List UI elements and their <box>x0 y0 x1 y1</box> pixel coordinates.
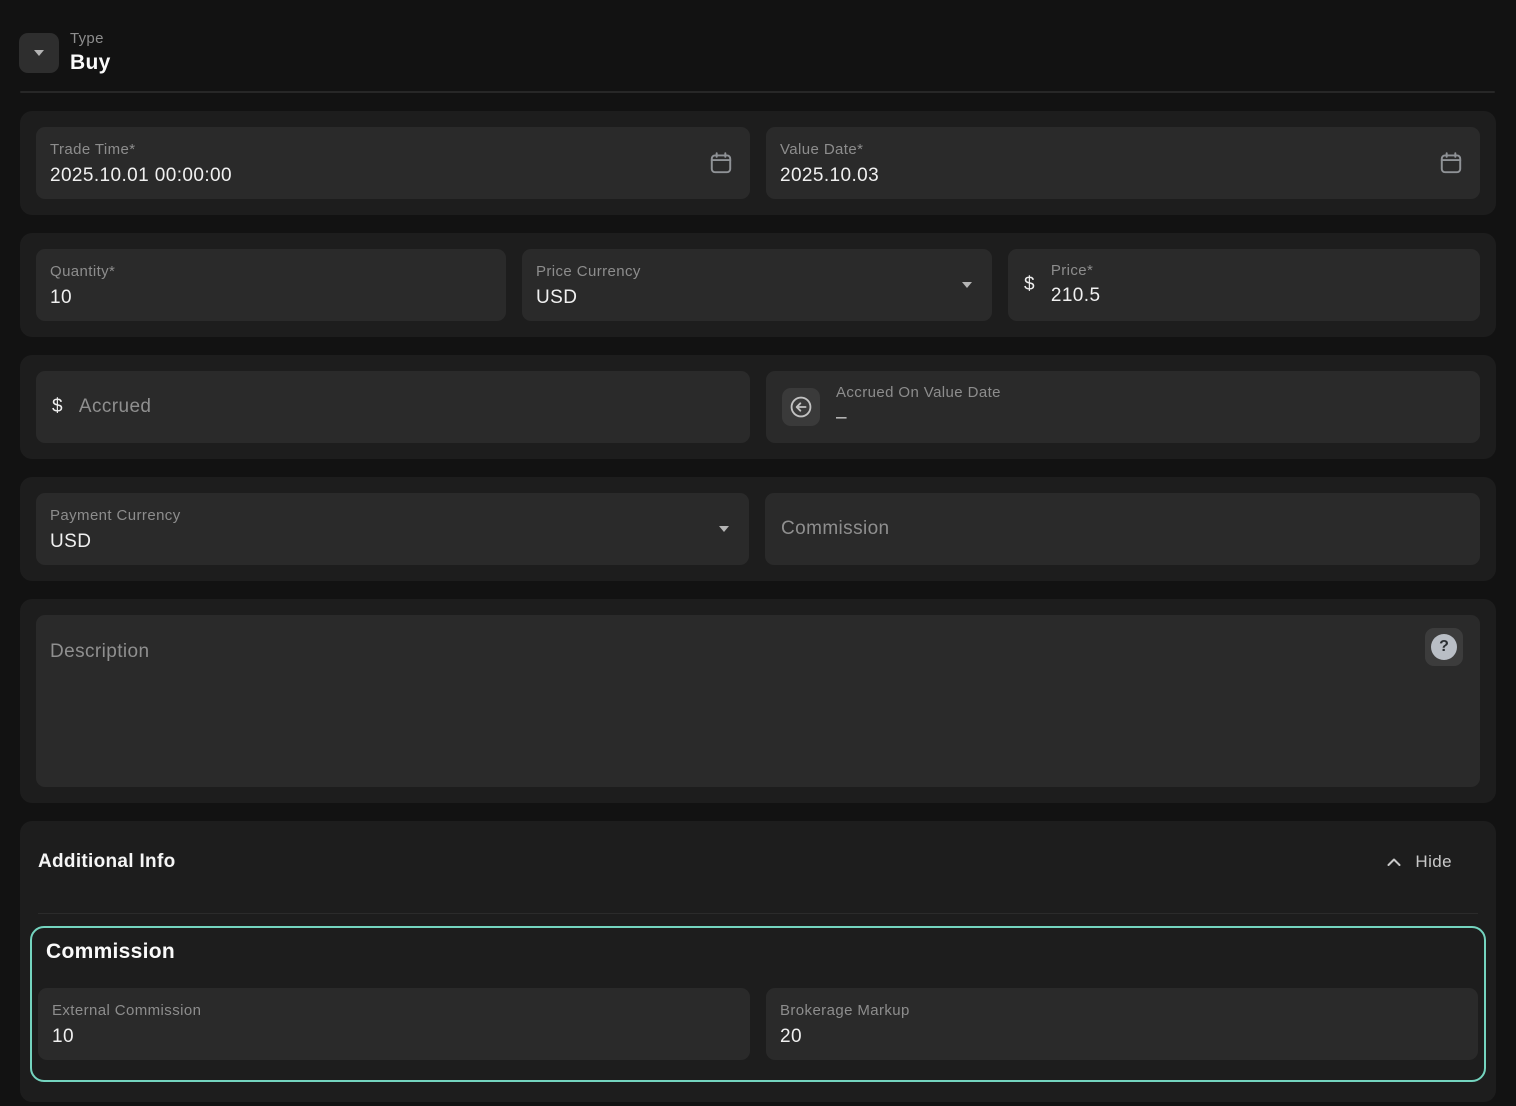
divider <box>20 91 1495 93</box>
dollar-icon: $ <box>1024 274 1035 296</box>
dollar-icon: $ <box>52 396 63 418</box>
brokerage-markup-field[interactable]: Brokerage Markup 20 <box>766 988 1478 1060</box>
hide-button[interactable]: Hide <box>1384 852 1452 872</box>
accrued-on-value-date-field: Accrued On Value Date – <box>766 371 1480 443</box>
quantity-price-card: Quantity* 10 Price Currency USD $ Price*… <box>20 233 1496 337</box>
quantity-label: Quantity* <box>50 263 490 281</box>
additional-info-title: Additional Info <box>38 851 175 873</box>
chevron-up-icon <box>1384 852 1404 872</box>
chevron-down-icon <box>962 282 972 288</box>
commission-input[interactable] <box>781 518 1464 540</box>
commission-section-title: Commission <box>46 940 1478 964</box>
price-currency-value: USD <box>536 286 976 310</box>
payment-commission-card: Payment Currency USD <box>20 477 1496 581</box>
commission-section: Commission External Commission 10 Broker… <box>30 926 1486 1082</box>
payment-currency-label: Payment Currency <box>50 507 733 525</box>
chevron-down-icon <box>719 526 729 532</box>
quantity-field[interactable]: Quantity* 10 <box>36 249 506 321</box>
price-value: 210.5 <box>1051 284 1101 308</box>
type-selector-row: Type Buy <box>0 0 1516 75</box>
type-dropdown-button[interactable] <box>19 33 59 73</box>
external-commission-field[interactable]: External Commission 10 <box>38 988 750 1060</box>
arrow-left-circle-icon <box>788 394 814 420</box>
accrued-card: $ Accrued On Value Date – <box>20 355 1496 459</box>
accrued-on-value-date-label: Accrued On Value Date <box>836 384 1001 402</box>
help-button[interactable]: ? <box>1425 628 1463 666</box>
external-commission-value: 10 <box>52 1025 734 1049</box>
trade-form: Type Buy Trade Time* 2025.10.01 00:00:00… <box>0 0 1516 1106</box>
price-currency-select[interactable]: Price Currency USD <box>522 249 992 321</box>
brokerage-markup-label: Brokerage Markup <box>780 1002 1462 1020</box>
brokerage-markup-value: 20 <box>780 1025 1462 1049</box>
description-card: ? <box>20 599 1496 803</box>
trade-time-field[interactable]: Trade Time* 2025.10.01 00:00:00 <box>36 127 750 199</box>
price-field[interactable]: $ Price* 210.5 <box>1008 249 1480 321</box>
external-commission-label: External Commission <box>52 1002 734 1020</box>
question-mark-icon: ? <box>1431 634 1457 660</box>
hide-label: Hide <box>1415 852 1452 872</box>
price-currency-label: Price Currency <box>536 263 976 281</box>
additional-info-header: Additional Info Hide <box>30 831 1486 873</box>
trade-time-value: 2025.10.01 00:00:00 <box>50 164 734 188</box>
type-value: Buy <box>70 51 111 75</box>
type-label: Type <box>70 30 111 47</box>
commission-field[interactable] <box>765 493 1480 565</box>
accrued-field[interactable]: $ <box>36 371 750 443</box>
value-date-label: Value Date* <box>780 141 1464 159</box>
revert-button[interactable] <box>782 388 820 426</box>
accrued-on-value-date-value: – <box>836 406 1001 430</box>
calendar-icon[interactable] <box>708 150 734 176</box>
dates-card: Trade Time* 2025.10.01 00:00:00 Value Da… <box>20 111 1496 215</box>
quantity-value: 10 <box>50 286 490 310</box>
value-date-value: 2025.10.03 <box>780 164 1464 188</box>
additional-info-card: Additional Info Hide Commission External… <box>20 821 1496 1102</box>
type-selector[interactable]: Type Buy <box>70 30 111 75</box>
payment-currency-select[interactable]: Payment Currency USD <box>36 493 749 565</box>
description-textarea[interactable] <box>36 615 1480 787</box>
price-label: Price* <box>1051 262 1101 280</box>
calendar-icon[interactable] <box>1438 150 1464 176</box>
divider <box>38 913 1478 914</box>
payment-currency-value: USD <box>50 530 733 554</box>
trade-time-label: Trade Time* <box>50 141 734 159</box>
accrued-input[interactable] <box>79 396 734 418</box>
value-date-field[interactable]: Value Date* 2025.10.03 <box>766 127 1480 199</box>
chevron-down-icon <box>34 50 44 56</box>
